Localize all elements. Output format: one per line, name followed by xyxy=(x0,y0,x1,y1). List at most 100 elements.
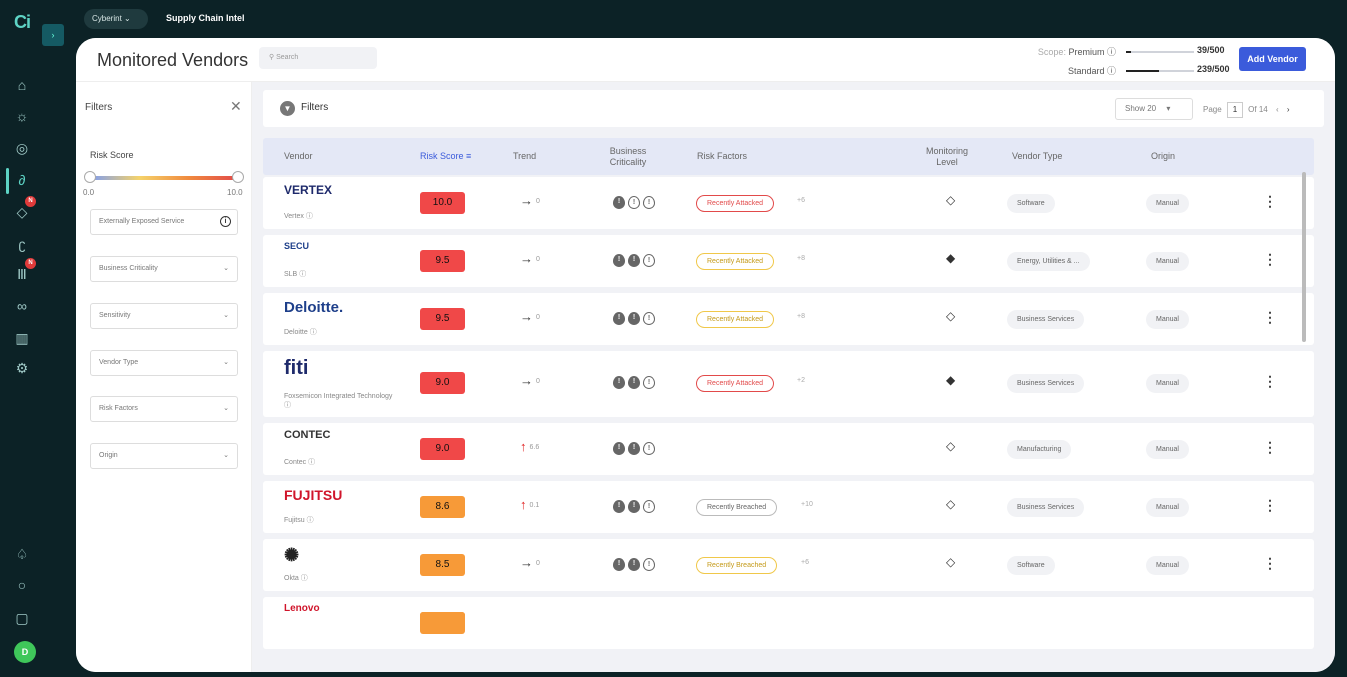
notification-icon[interactable]: ♤ xyxy=(0,546,44,563)
risk-factor-more[interactable]: +6 xyxy=(797,197,805,204)
filters-label[interactable]: Filters xyxy=(301,102,328,113)
shield-icon[interactable]: ◇ xyxy=(0,204,44,221)
vendor-name[interactable]: SLB ⓘ xyxy=(284,270,394,279)
table-row[interactable]: VERTEX Vertex ⓘ 10.0 → 0!!! Recently Attacked… xyxy=(263,177,1314,229)
search-input[interactable]: ⚲ Search xyxy=(259,47,377,69)
standard-usage-bar xyxy=(1126,70,1194,72)
vendor-name[interactable]: Vertex ⓘ xyxy=(284,212,394,221)
col-origin[interactable]: Origin xyxy=(1151,138,1175,175)
risk-factors-select[interactable]: Risk Factors ⌄ xyxy=(90,396,238,422)
row-menu-icon[interactable]: ⋮ xyxy=(1263,251,1277,268)
col-trend[interactable]: Trend xyxy=(513,138,536,175)
business-criticality: !!! xyxy=(613,498,658,516)
row-menu-icon[interactable]: ⋮ xyxy=(1263,439,1277,456)
trend-value: 0 xyxy=(536,314,540,322)
risk-factor-tag[interactable]: Recently Breached xyxy=(696,557,778,574)
slider-max-handle[interactable] xyxy=(232,171,244,183)
table-toolbar: ▼ Filters Show 20 ▾ Page 1 Of 14 ‹ › xyxy=(263,90,1324,127)
sensitivity-select[interactable]: Sensitivity ⌄ xyxy=(90,303,238,329)
table-row[interactable]: FUJITSU Fujitsu ⓘ 8.6 ↑ 0.1!!! Recently Breac… xyxy=(263,481,1314,533)
risk-score-badge xyxy=(420,612,465,622)
risk-factor-tag[interactable]: Recently Attacked xyxy=(696,375,775,392)
app-logo: Ci xyxy=(14,12,31,32)
criticality-outline-icon: ! xyxy=(643,558,655,572)
col-monitoring-level[interactable]: Monitoring Level xyxy=(922,138,972,175)
add-vendor-button[interactable]: Add Vendor xyxy=(1239,47,1306,71)
table-row[interactable]: ✺ Okta ⓘ 8.5 → 0!!! Recently Breached +6 ◇ Softw… xyxy=(263,539,1314,591)
vendor-name[interactable]: Contec ⓘ xyxy=(284,458,394,467)
origin-select[interactable]: Origin ⌄ xyxy=(90,443,238,469)
org-label: Cyberint xyxy=(92,14,122,23)
vendor-logo: VERTEX xyxy=(284,183,333,197)
risk-factor-tag[interactable]: Recently Attacked xyxy=(696,195,775,212)
target-icon[interactable]: ◎ xyxy=(0,140,44,157)
prev-page-icon[interactable]: ‹ xyxy=(1276,105,1279,114)
risk-factor-tag[interactable]: Recently Attacked xyxy=(696,253,775,270)
col-business-criticality[interactable]: Business Criticality xyxy=(598,138,658,175)
library-icon[interactable]: Ⅲ xyxy=(0,266,44,283)
filter-icon[interactable]: ▼ xyxy=(280,101,295,116)
page-size-select[interactable]: Show 20 ▾ xyxy=(1115,98,1193,120)
table-row[interactable]: Deloitte. Deloitte ⓘ 9.5 → 0!!! Recently Atta… xyxy=(263,293,1314,345)
scrollbar[interactable] xyxy=(1302,172,1306,342)
avatar[interactable]: D xyxy=(14,641,36,663)
next-page-icon[interactable]: › xyxy=(1287,105,1290,114)
vendor-type-select[interactable]: Vendor Type ⌄ xyxy=(90,350,238,376)
filters-panel: Filters ✕ Risk Score 0.0 10.0 Externally… xyxy=(76,82,252,672)
building-icon[interactable]: ▥ xyxy=(0,330,44,347)
alert-bulb-icon[interactable]: ☼ xyxy=(0,108,44,124)
scope-standard-label: Standard ⓘ xyxy=(1067,66,1116,76)
externally-exposed-filter[interactable]: Externally Exposed Service i xyxy=(90,209,238,235)
criticality-filled-icon: ! xyxy=(613,558,625,572)
col-vendor-type[interactable]: Vendor Type xyxy=(1012,138,1062,175)
table-row[interactable]: Lenovo xyxy=(263,597,1314,649)
chevron-down-icon: ⌄ xyxy=(223,265,229,272)
col-risk-factors[interactable]: Risk Factors xyxy=(697,138,747,175)
vendor-name[interactable]: Deloitte ⓘ xyxy=(284,328,394,337)
table-row[interactable]: fiti Foxsemicon Integrated Technology ⓘ 9.… xyxy=(263,351,1314,417)
info-icon[interactable]: ▢ xyxy=(0,610,44,627)
fingerprint-icon[interactable]: ʗ xyxy=(0,236,44,252)
premium-usage-bar xyxy=(1126,51,1194,53)
vendor-type-tag: Software xyxy=(1007,194,1055,213)
risk-score-slider[interactable] xyxy=(84,171,244,183)
link-icon[interactable]: ∂ xyxy=(0,168,44,194)
risk-factor-more[interactable]: +8 xyxy=(797,313,805,320)
org-selector[interactable]: Cyberint ⌄ xyxy=(84,9,148,29)
risk-factor-more[interactable]: +6 xyxy=(801,559,809,566)
risk-factor-more[interactable]: +2 xyxy=(797,377,805,384)
risk-score-badge: 9.0 xyxy=(420,438,465,460)
vendor-name[interactable]: Foxsemicon Integrated Technology ⓘ xyxy=(284,392,394,410)
row-menu-icon[interactable]: ⋮ xyxy=(1263,373,1277,390)
info-icon: ⓘ xyxy=(284,402,291,409)
row-menu-icon[interactable]: ⋮ xyxy=(1263,555,1277,572)
chevron-right-icon[interactable]: › xyxy=(42,24,64,46)
risk-factor-tag[interactable]: Recently Attacked xyxy=(696,311,775,328)
slider-min-handle[interactable] xyxy=(84,171,96,183)
vendor-name[interactable]: Okta ⓘ xyxy=(284,574,394,583)
col-vendor[interactable]: Vendor xyxy=(284,138,313,175)
settings-icon[interactable]: ⚙ xyxy=(0,360,44,377)
trend-up-icon: ↑ xyxy=(520,497,527,512)
modules-icon[interactable]: ∞ xyxy=(0,298,44,314)
risk-factor-more[interactable]: +8 xyxy=(797,255,805,262)
vendor-type-tag: Software xyxy=(1007,556,1055,575)
business-criticality-select[interactable]: Business Criticality ⌄ xyxy=(90,256,238,282)
table-row[interactable]: SECU SLB ⓘ 9.5 → 0!!! Recently Attacked +8 ◆ Ene… xyxy=(263,235,1314,287)
col-risk-score[interactable]: Risk Score ≡ xyxy=(420,138,471,175)
risk-factor-more[interactable]: +10 xyxy=(801,501,813,508)
criticality-filled-icon: ! xyxy=(613,500,625,514)
home-icon[interactable]: ⌂ xyxy=(0,77,44,93)
vendor-name[interactable]: Fujitsu ⓘ xyxy=(284,516,394,525)
row-menu-icon[interactable]: ⋮ xyxy=(1263,497,1277,514)
row-menu-icon[interactable]: ⋮ xyxy=(1263,193,1277,210)
page-input[interactable]: 1 xyxy=(1226,102,1243,118)
row-menu-icon[interactable]: ⋮ xyxy=(1263,309,1277,326)
vendor-logo: ✺ xyxy=(284,545,300,565)
criticality-outline-icon: ! xyxy=(628,196,640,210)
search-icon[interactable]: ○ xyxy=(0,577,44,593)
risk-factor-tag[interactable]: Recently Breached xyxy=(696,499,778,516)
close-icon[interactable]: ✕ xyxy=(230,98,242,115)
caret-down-icon: ▾ xyxy=(1166,104,1171,113)
table-row[interactable]: CONTEC Contec ⓘ 9.0 ↑ 6.6!!! ◇ Manufacturing Ma… xyxy=(263,423,1314,475)
